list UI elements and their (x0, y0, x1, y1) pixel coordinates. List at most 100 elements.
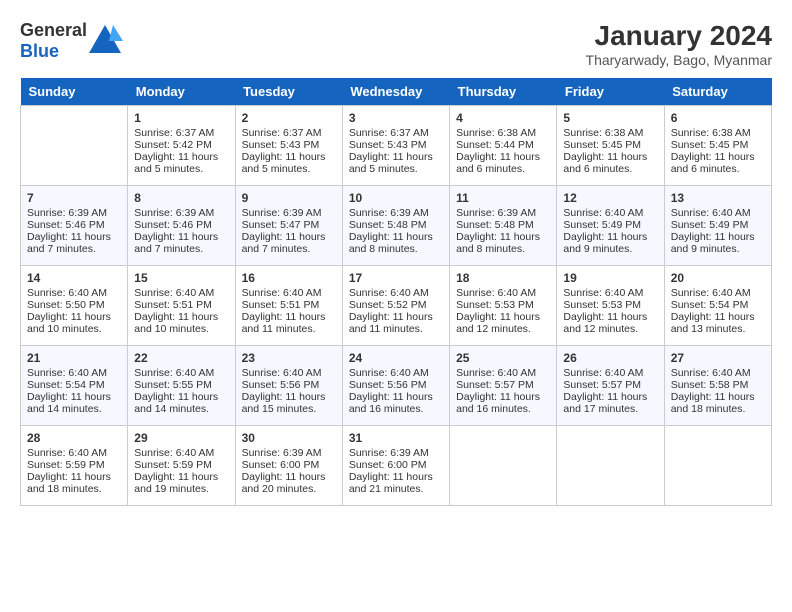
calendar-cell: 21Sunrise: 6:40 AMSunset: 5:54 PMDayligh… (21, 346, 128, 426)
day-number: 14 (27, 271, 121, 285)
day-number: 24 (349, 351, 443, 365)
daylight-text: Daylight: 11 hours and 5 minutes. (349, 151, 443, 175)
calendar-cell: 18Sunrise: 6:40 AMSunset: 5:53 PMDayligh… (450, 266, 557, 346)
day-number: 10 (349, 191, 443, 205)
header: General Blue January 2024 Tharyarwady, B… (20, 20, 772, 68)
calendar-cell (21, 106, 128, 186)
sunset-text: Sunset: 5:56 PM (242, 379, 336, 391)
day-number: 8 (134, 191, 228, 205)
calendar-cell (664, 426, 771, 506)
day-number: 4 (456, 111, 550, 125)
day-number: 11 (456, 191, 550, 205)
logo-blue: Blue (20, 41, 59, 61)
sunrise-text: Sunrise: 6:40 AM (242, 367, 336, 379)
day-number: 27 (671, 351, 765, 365)
calendar-table: SundayMondayTuesdayWednesdayThursdayFrid… (20, 78, 772, 506)
calendar-cell: 19 Sunrise: 6:40 AMSunset: 5:53 PMDayligh… (557, 266, 664, 346)
daylight-text: Daylight: 11 hours and 7 minutes. (242, 231, 336, 255)
day-number: 1 (134, 111, 228, 125)
day-number: 6 (671, 111, 765, 125)
calendar-cell: 14 Sunrise: 6:40 AMSunset: 5:50 PMDayligh… (21, 266, 128, 346)
day-number: 20 (671, 271, 765, 285)
calendar-cell (557, 426, 664, 506)
daylight-text: Daylight: 11 hours and 20 minutes. (242, 471, 336, 495)
daylight-text: Daylight: 11 hours and 8 minutes. (349, 231, 443, 255)
daylight-text: Daylight: 11 hours and 10 minutes. (134, 311, 228, 335)
title-section: January 2024 Tharyarwady, Bago, Myanmar (586, 20, 772, 68)
calendar-cell: 2Sunrise: 6:37 AMSunset: 5:43 PMDaylight… (235, 106, 342, 186)
calendar-cell: 29Sunrise: 6:40 AMSunset: 5:59 PMDayligh… (128, 426, 235, 506)
sunrise-text: Sunrise: 6:40 AM (563, 207, 657, 219)
day-number: 17 (349, 271, 443, 285)
sunset-text: Sunset: 5:56 PM (349, 379, 443, 391)
calendar-cell: 30Sunrise: 6:39 AMSunset: 6:00 PMDayligh… (235, 426, 342, 506)
sunrise-text: Sunrise: 6:39 AM (456, 207, 550, 219)
sunrise-text: Sunrise: 6:40 AM (563, 287, 657, 299)
sunset-text: Sunset: 5:53 PM (563, 299, 657, 311)
sunset-text: Sunset: 5:52 PM (349, 299, 443, 311)
sunrise-text: Sunrise: 6:40 AM (349, 287, 443, 299)
sunrise-text: Sunrise: 6:40 AM (134, 287, 228, 299)
daylight-text: Daylight: 11 hours and 15 minutes. (242, 391, 336, 415)
sunrise-text: Sunrise: 6:40 AM (456, 367, 550, 379)
daylight-text: Daylight: 11 hours and 5 minutes. (242, 151, 336, 175)
sunset-text: Sunset: 5:59 PM (27, 459, 121, 471)
sunset-text: Sunset: 6:00 PM (349, 459, 443, 471)
day-header-saturday: Saturday (664, 78, 771, 106)
day-number: 29 (134, 431, 228, 445)
daylight-text: Daylight: 11 hours and 8 minutes. (456, 231, 550, 255)
calendar-cell: 31Sunrise: 6:39 AMSunset: 6:00 PMDayligh… (342, 426, 449, 506)
sunset-text: Sunset: 5:43 PM (242, 139, 336, 151)
calendar-week-row: 21Sunrise: 6:40 AMSunset: 5:54 PMDayligh… (21, 346, 772, 426)
day-number: 19 (563, 271, 657, 285)
sunset-text: Sunset: 5:49 PM (563, 219, 657, 231)
sunrise-text: Sunrise: 6:40 AM (27, 287, 121, 299)
day-number: 22 (134, 351, 228, 365)
daylight-text: Daylight: 11 hours and 9 minutes. (671, 231, 765, 255)
sunrise-text: Sunrise: 6:40 AM (242, 287, 336, 299)
daylight-text: Daylight: 11 hours and 12 minutes. (456, 311, 550, 335)
day-number: 16 (242, 271, 336, 285)
day-number: 15 (134, 271, 228, 285)
daylight-text: Daylight: 11 hours and 9 minutes. (563, 231, 657, 255)
calendar-cell: 22Sunrise: 6:40 AMSunset: 5:55 PMDayligh… (128, 346, 235, 426)
day-header-wednesday: Wednesday (342, 78, 449, 106)
sunset-text: Sunset: 5:57 PM (456, 379, 550, 391)
calendar-cell: 11 Sunrise: 6:39 AMSunset: 5:48 PMDayligh… (450, 186, 557, 266)
sunset-text: Sunset: 5:51 PM (242, 299, 336, 311)
daylight-text: Daylight: 11 hours and 6 minutes. (563, 151, 657, 175)
daylight-text: Daylight: 11 hours and 16 minutes. (349, 391, 443, 415)
day-number: 13 (671, 191, 765, 205)
day-number: 25 (456, 351, 550, 365)
sunset-text: Sunset: 5:47 PM (242, 219, 336, 231)
sunrise-text: Sunrise: 6:38 AM (671, 127, 765, 139)
sunset-text: Sunset: 5:48 PM (456, 219, 550, 231)
sunrise-text: Sunrise: 6:38 AM (456, 127, 550, 139)
calendar-cell: 26Sunrise: 6:40 AMSunset: 5:57 PMDayligh… (557, 346, 664, 426)
daylight-text: Daylight: 11 hours and 14 minutes. (27, 391, 121, 415)
sunrise-text: Sunrise: 6:40 AM (27, 447, 121, 459)
day-number: 9 (242, 191, 336, 205)
calendar-cell (450, 426, 557, 506)
sunset-text: Sunset: 5:49 PM (671, 219, 765, 231)
calendar-cell: 15 Sunrise: 6:40 AMSunset: 5:51 PMDayligh… (128, 266, 235, 346)
daylight-text: Daylight: 11 hours and 7 minutes. (27, 231, 121, 255)
sunset-text: Sunset: 5:50 PM (27, 299, 121, 311)
day-number: 12 (563, 191, 657, 205)
calendar-cell: 20Sunrise: 6:40 AMSunset: 5:54 PMDayligh… (664, 266, 771, 346)
calendar-cell: 13Sunrise: 6:40 AMSunset: 5:49 PMDayligh… (664, 186, 771, 266)
sunrise-text: Sunrise: 6:39 AM (134, 207, 228, 219)
daylight-text: Daylight: 11 hours and 18 minutes. (27, 471, 121, 495)
sunset-text: Sunset: 5:51 PM (134, 299, 228, 311)
sunset-text: Sunset: 5:53 PM (456, 299, 550, 311)
calendar-cell: 10Sunrise: 6:39 AMSunset: 5:48 PMDayligh… (342, 186, 449, 266)
daylight-text: Daylight: 11 hours and 10 minutes. (27, 311, 121, 335)
day-header-tuesday: Tuesday (235, 78, 342, 106)
daylight-text: Daylight: 11 hours and 12 minutes. (563, 311, 657, 335)
sunrise-text: Sunrise: 6:37 AM (242, 127, 336, 139)
sunset-text: Sunset: 5:46 PM (134, 219, 228, 231)
logo: General Blue (20, 20, 123, 62)
daylight-text: Daylight: 11 hours and 14 minutes. (134, 391, 228, 415)
calendar-cell: 24Sunrise: 6:40 AMSunset: 5:56 PMDayligh… (342, 346, 449, 426)
calendar-cell: 5Sunrise: 6:38 AMSunset: 5:45 PMDaylight… (557, 106, 664, 186)
